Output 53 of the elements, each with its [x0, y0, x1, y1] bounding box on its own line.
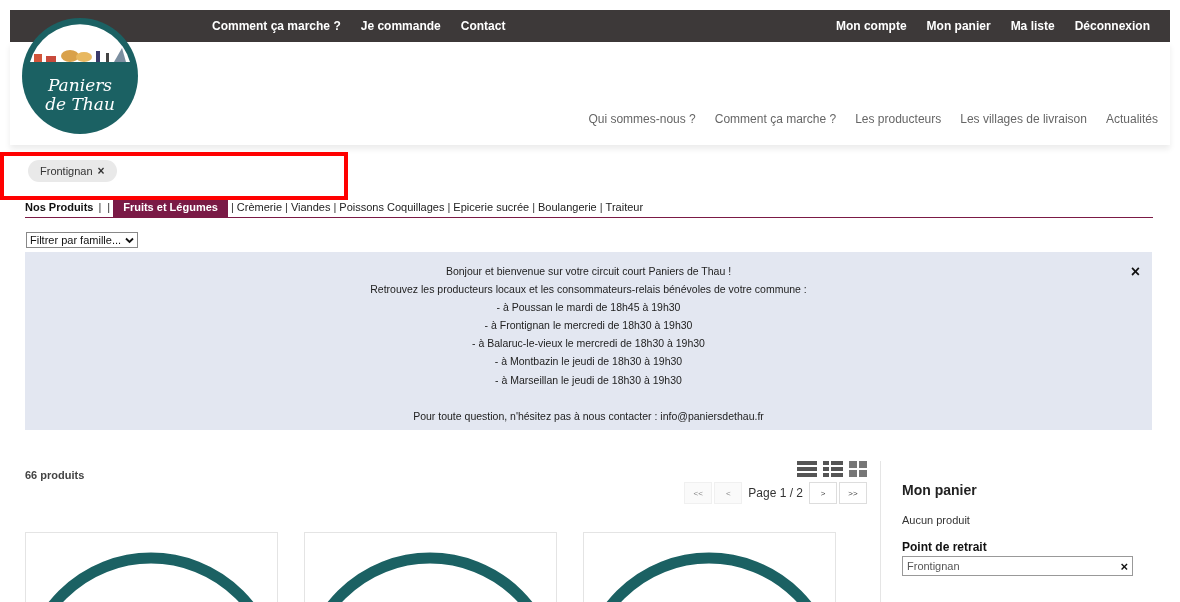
products-heading: Nos Produits: [25, 201, 94, 213]
page-button[interactable]: >: [809, 482, 837, 504]
category-tab[interactable]: Viandes: [290, 201, 331, 213]
cart-empty-text: Aucun produit: [902, 514, 971, 526]
top-nav-link[interactable]: Contact: [460, 19, 506, 33]
page-button[interactable]: >>: [839, 482, 867, 504]
logo-drawing[interactable]: [22, 18, 138, 134]
account-link[interactable]: Mon panier: [926, 19, 991, 33]
account-link[interactable]: Ma liste: [1010, 19, 1055, 33]
separator: |: [107, 201, 111, 213]
pickup-field[interactable]: Frontignan ×: [902, 556, 1133, 576]
notice-text: - à Frontignan le mercredi de 18h30 à 19h30: [484, 318, 693, 334]
notice-text: Retrouvez les producteurs locaux et les consommateurs-relais bénévoles de votre commune :: [370, 282, 807, 298]
main-nav-link[interactable]: Les villages de livraison: [960, 112, 1087, 126]
cart-title: Mon panier: [902, 482, 978, 498]
pickup-label: Point de retrait: [902, 540, 988, 554]
logo-text: Paniers de Thau: [44, 76, 116, 114]
main-nav-link[interactable]: Comment ça marche ?: [714, 112, 837, 126]
notice-text: - à Poussan le mardi de 18h45 à 19h30: [496, 300, 681, 316]
notice-text: - à Balaruc-le-vieux le mercredi de 18h30 à 19h30: [472, 336, 705, 352]
grid-view-icon[interactable]: [849, 461, 867, 477]
chevron-icon: [125, 236, 135, 244]
top-nav-link[interactable]: Je commande: [360, 19, 441, 33]
detail-view-icon[interactable]: [823, 461, 843, 477]
notice-text: Pour toute question, n'hésitez pas à nous contacter : info@paniersdethau.fr: [413, 408, 764, 424]
separator: |: [599, 201, 603, 213]
page-indicator: Page 1 / 2: [748, 486, 803, 500]
separator: |: [230, 201, 234, 213]
filter-chip[interactable]: Frontignan ×: [28, 160, 117, 182]
main-nav-link[interactable]: Les producteurs: [855, 112, 942, 126]
category-tab[interactable]: Traiteur: [605, 201, 644, 213]
category-tab[interactable]: Epicerie sucrée: [453, 201, 530, 213]
top-nav-link[interactable]: Comment ça marche ?: [212, 19, 341, 33]
notice-text: Bonjour et bienvenue sur votre circuit court Paniers de Thau !: [445, 264, 732, 279]
category-tab[interactable]: Boulangerie: [538, 201, 597, 213]
main-nav-link[interactable]: Actualités: [1105, 112, 1158, 126]
category-tab[interactable]: Crèmerie: [236, 201, 282, 213]
product-count: 66 produits: [25, 469, 85, 483]
list-view-icon[interactable]: [797, 461, 817, 477]
separator: |: [98, 201, 102, 213]
notice-text: - à Marseillan le jeudi de 18h30 à 19h30: [495, 372, 682, 388]
notice-text: - à Montbazin le jeudi de 18h30 à 19h30: [494, 354, 683, 370]
account-link[interactable]: Mon compte: [835, 19, 907, 33]
family-select[interactable]: Filtrer par famille...: [26, 232, 139, 248]
category-tab[interactable]: Poissons Coquillages: [339, 201, 445, 213]
close-button[interactable]: ×: [1124, 262, 1146, 282]
separator: |: [285, 201, 288, 213]
clear-button[interactable]: ×: [1120, 558, 1128, 574]
separator: |: [532, 201, 535, 213]
main-nav-link[interactable]: Qui sommes-nous ?: [588, 112, 696, 126]
account-link[interactable]: Déconnexion: [1074, 19, 1150, 33]
separator: |: [447, 201, 451, 213]
separator: |: [333, 201, 337, 213]
